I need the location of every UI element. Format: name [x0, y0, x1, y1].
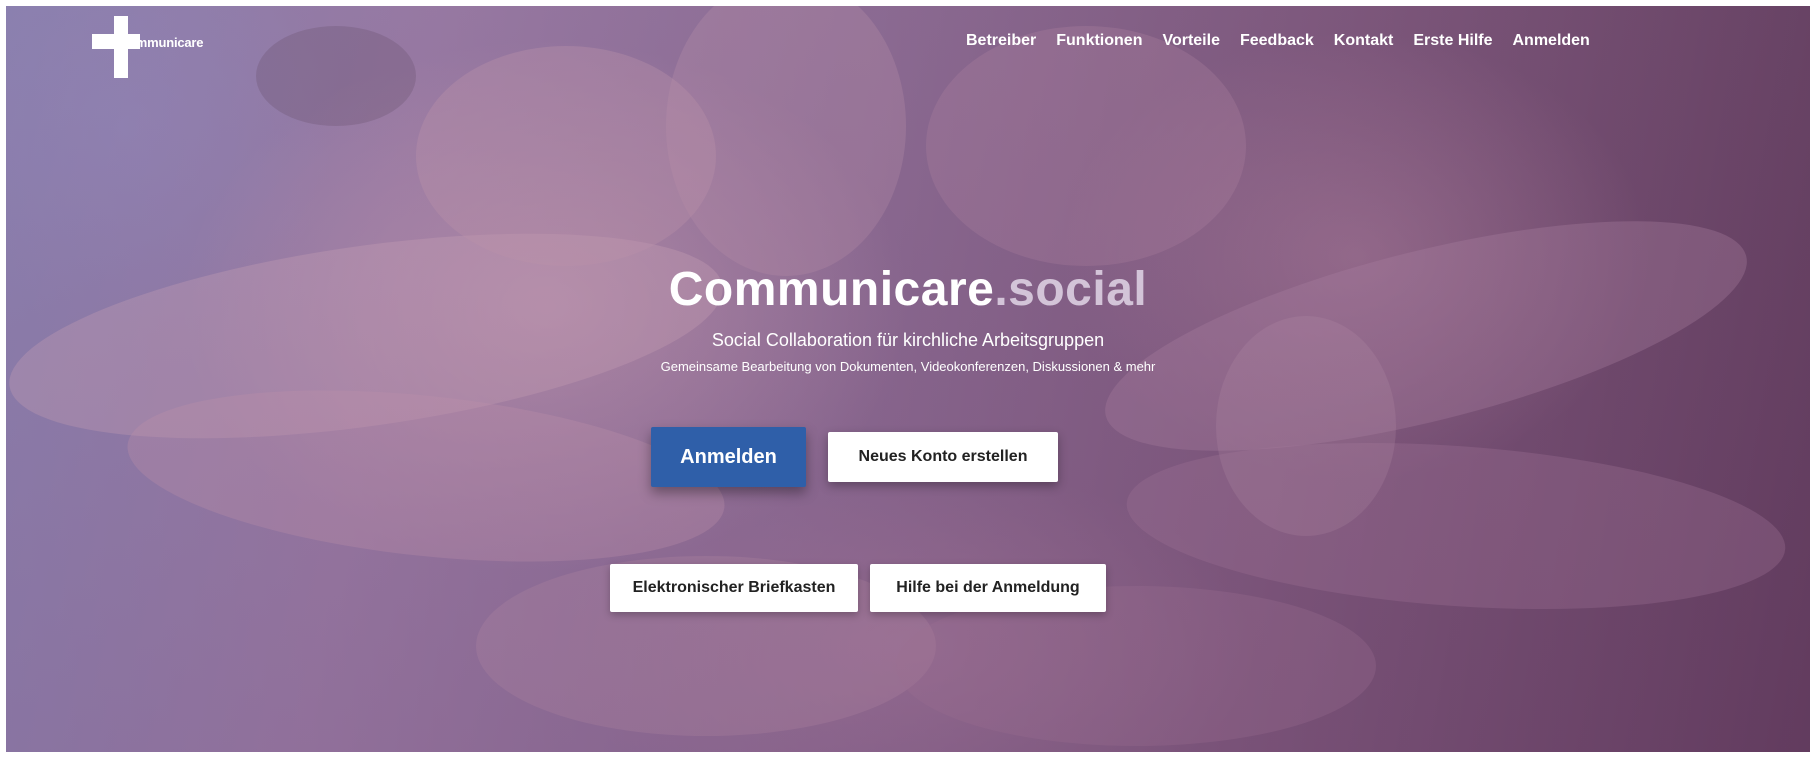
hero-overlay: [6, 6, 1810, 752]
login-help-button[interactable]: Hilfe bei der Anmeldung: [870, 564, 1106, 612]
nav-anmelden[interactable]: Anmelden: [1512, 32, 1589, 50]
hero-section: ommunicare Betreiber Funktionen Vorteile…: [6, 6, 1810, 752]
title-suffix: .social: [994, 263, 1148, 316]
title-main: Communicare: [668, 263, 995, 316]
nav-feedback[interactable]: Feedback: [1240, 32, 1314, 50]
nav-funktionen[interactable]: Funktionen: [1056, 32, 1142, 50]
nav-betreiber[interactable]: Betreiber: [966, 32, 1036, 50]
logo-text: ommunicare: [128, 35, 204, 50]
nav-vorteile[interactable]: Vorteile: [1162, 32, 1220, 50]
login-button[interactable]: Anmelden: [651, 427, 806, 487]
nav-erste-hilfe[interactable]: Erste Hilfe: [1413, 32, 1492, 50]
nav-kontakt[interactable]: Kontakt: [1334, 32, 1394, 50]
mailbox-button[interactable]: Elektronischer Briefkasten: [610, 564, 858, 612]
create-account-button[interactable]: Neues Konto erstellen: [828, 432, 1058, 482]
page-title: Communicare.social: [6, 262, 1810, 317]
subtitle: Social Collaboration für kirchliche Arbe…: [711, 330, 1105, 350]
logo[interactable]: ommunicare: [92, 16, 252, 80]
tagline: Gemeinsame Bearbeitung von Dokumenten, V…: [660, 359, 1156, 374]
main-nav: Betreiber Funktionen Vorteile Feedback K…: [966, 32, 1590, 50]
